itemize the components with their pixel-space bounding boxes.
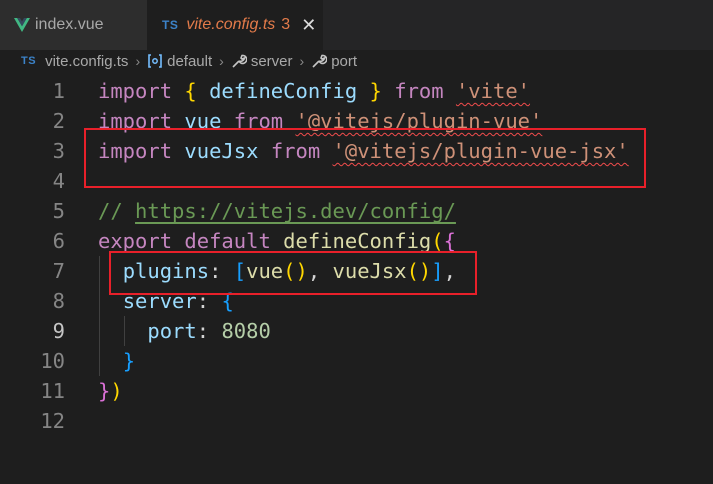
tab-index-vue[interactable]: index.vue: [0, 0, 147, 50]
problems-count-badge: 3: [281, 16, 291, 33]
code-line[interactable]: 10 }: [0, 346, 713, 376]
line-number: 6: [52, 229, 65, 253]
chevron-right-icon: ›: [299, 53, 305, 69]
tab-bar: index.vue TS vite.config.ts 3 ✕: [0, 0, 713, 50]
code-token: port: [147, 319, 197, 343]
typescript-icon: TS: [21, 55, 37, 67]
code-token: (: [431, 229, 444, 253]
line-number: 7: [52, 259, 65, 283]
wrench-icon: [311, 53, 328, 69]
line-number: 10: [40, 349, 65, 373]
line-number: 4: [52, 169, 65, 193]
line-number: 3: [52, 139, 65, 163]
highlight-box-plugins: [109, 251, 477, 295]
code-token: :: [196, 319, 222, 343]
code-token: }: [122, 349, 136, 373]
vue-logo-icon: [14, 18, 30, 32]
code-text: import { defineConfig } from 'vite': [98, 76, 530, 106]
wrench-icon: [231, 53, 247, 69]
breadcrumb-item-file[interactable]: vite.config.ts: [45, 53, 128, 70]
chevron-right-icon: ›: [135, 53, 141, 69]
typescript-icon: TS: [162, 18, 179, 32]
chevron-right-icon: ›: [219, 53, 224, 69]
breadcrumb-item-default[interactable]: default: [167, 53, 212, 70]
code-line[interactable]: 11}): [0, 376, 713, 406]
code-token: default: [184, 229, 271, 253]
line-number: 5: [52, 199, 65, 223]
code-token: defineConfig: [209, 79, 358, 103]
code-token: defineConfig: [283, 229, 432, 253]
code-line[interactable]: 1 import { defineConfig } from 'vite': [0, 76, 713, 106]
code-line[interactable]: 5 // https://vitejs.dev/config/: [0, 196, 713, 226]
line-number: 2: [52, 109, 65, 133]
code-token: ): [110, 379, 123, 403]
line-number: 9: [52, 319, 65, 343]
highlight-box-import: [84, 128, 646, 188]
code-token: export: [98, 229, 173, 253]
code-token: import: [98, 79, 173, 103]
code-editor[interactable]: 1 import { defineConfig } from 'vite' 2 imp…: [0, 76, 713, 484]
code-line[interactable]: 12: [0, 406, 713, 436]
tab-label: vite.config.ts: [186, 16, 276, 33]
code-token: 'vite': [455, 79, 531, 103]
code-text: // https://vitejs.dev/config/: [98, 196, 456, 226]
breadcrumb: TS vite.config.ts › default › server › p…: [0, 50, 713, 72]
line-number: 12: [40, 409, 65, 433]
code-token: {: [443, 229, 456, 253]
module-icon: [147, 54, 163, 68]
line-number: 1: [52, 79, 65, 103]
tab-label: index.vue: [35, 16, 104, 33]
line-number: 8: [52, 289, 65, 313]
code-token: https://vitejs.dev/config/: [135, 199, 456, 223]
code-text: }): [98, 376, 123, 406]
code-text: }: [98, 346, 135, 376]
code-line[interactable]: 9 port: 8080: [0, 316, 713, 346]
code-token: //: [98, 199, 136, 223]
code-text: port: 8080: [98, 316, 271, 346]
code-token: }: [98, 379, 111, 403]
code-token: {: [184, 79, 197, 103]
breadcrumb-item-port[interactable]: port: [331, 53, 357, 70]
tab-vite-config[interactable]: TS vite.config.ts 3 ✕: [147, 0, 323, 50]
code-token: from: [394, 79, 444, 103]
breadcrumb-item-server[interactable]: server: [251, 53, 293, 70]
close-icon[interactable]: ✕: [301, 15, 316, 36]
code-token: 8080: [221, 319, 271, 343]
line-number: 11: [40, 379, 65, 403]
code-token: }: [369, 79, 382, 103]
